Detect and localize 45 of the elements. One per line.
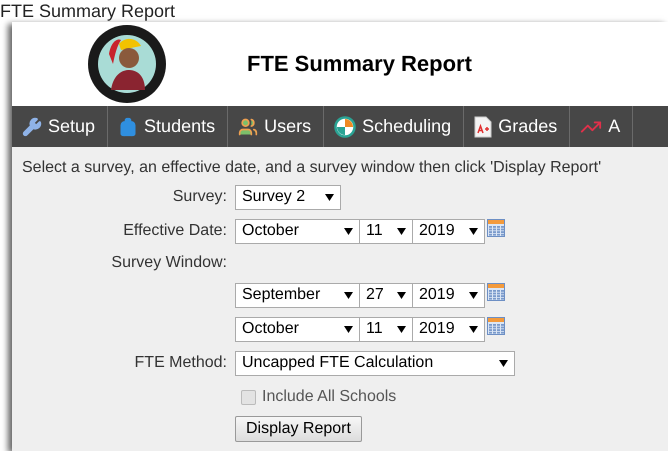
nav-tab[interactable]: Scheduling	[324, 106, 464, 147]
field-label: Survey Window:	[110, 254, 227, 272]
caret-icon	[397, 292, 406, 298]
dropdown[interactable]: 2019	[412, 316, 485, 342]
nav-tab[interactable]: Grades	[464, 106, 570, 147]
caret-icon	[469, 228, 478, 234]
caret-icon	[344, 292, 353, 298]
nav-tab[interactable]: Setup	[12, 106, 108, 147]
backpack-icon	[118, 116, 138, 136]
caret-icon	[499, 360, 508, 366]
nav-tab[interactable]: A	[570, 106, 634, 147]
pie-icon	[334, 116, 356, 138]
page-heading: FTE Summary Report	[0, 1, 176, 21]
dropdown[interactable]: 11	[359, 218, 413, 244]
calendar-icon[interactable]	[487, 316, 505, 334]
dropdown[interactable]: October	[235, 316, 360, 342]
dropdown[interactable]: October	[235, 218, 360, 244]
report-title: FTE Summary Report	[247, 51, 472, 77]
dropdown[interactable]: Uncapped FTE Calculation	[235, 350, 515, 376]
caret-icon	[325, 194, 334, 200]
caret-icon	[397, 326, 406, 332]
dropdown[interactable]: September	[235, 282, 360, 308]
users-icon	[238, 116, 258, 136]
caret-icon	[469, 292, 478, 298]
display-report-button[interactable]: Display Report	[235, 416, 362, 442]
wrench-icon	[22, 116, 42, 136]
document-icon	[474, 116, 492, 138]
dropdown[interactable]: 2019	[412, 282, 485, 308]
field-label: Survey:	[172, 188, 227, 206]
nav-tab[interactable]: Users	[228, 106, 324, 147]
field-label: FTE Method:	[134, 354, 227, 372]
checkbox-label: Include All Schools	[262, 388, 396, 406]
caret-icon	[344, 228, 353, 234]
nav-tab[interactable]: Students	[108, 106, 228, 147]
instruction-text: Select a survey, an effective date, and a survey window then click 'Display Report'	[22, 159, 602, 177]
caret-icon	[469, 326, 478, 332]
dropdown[interactable]: Survey 2	[235, 184, 341, 210]
caret-icon	[344, 326, 353, 332]
dropdown[interactable]: 2019	[412, 218, 485, 244]
dropdown[interactable]: 11	[359, 316, 413, 342]
caret-icon	[397, 228, 406, 234]
field-label: Effective Date:	[122, 222, 227, 240]
dropdown[interactable]: 27	[359, 282, 413, 308]
calendar-icon[interactable]	[487, 218, 505, 236]
calendar-icon[interactable]	[487, 282, 505, 300]
